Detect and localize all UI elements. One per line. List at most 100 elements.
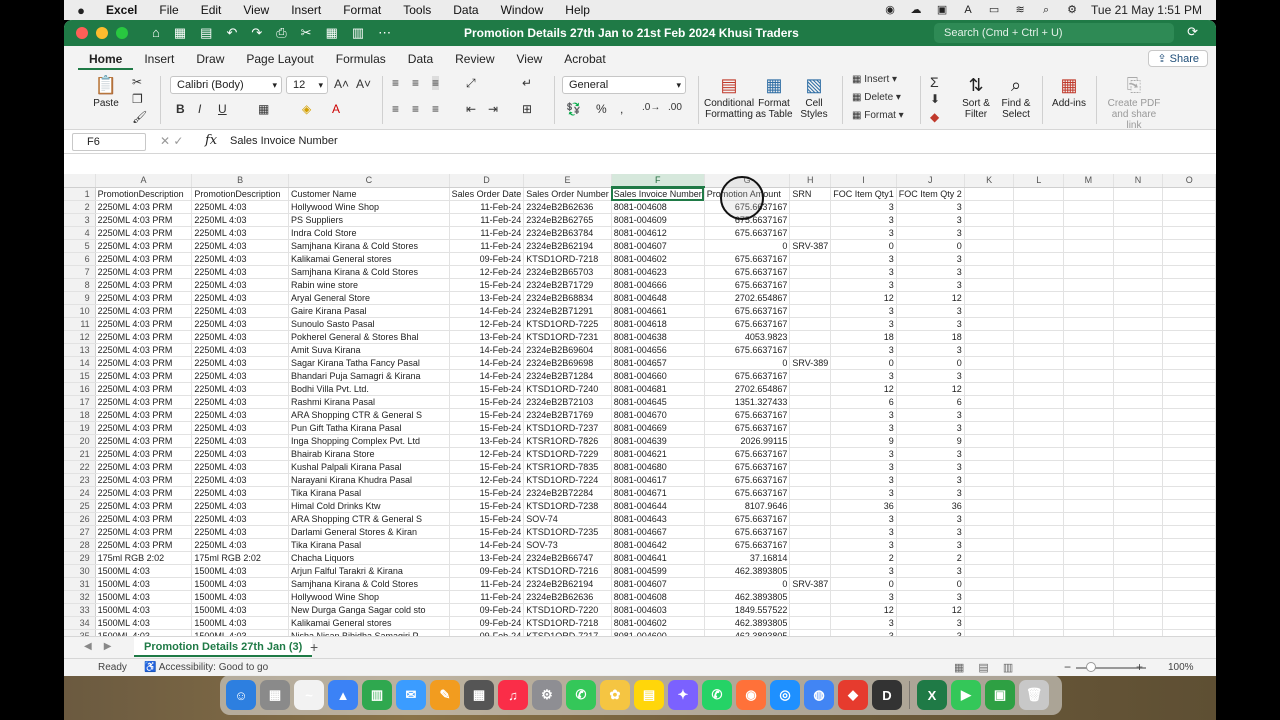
cell-m24[interactable] [1063,486,1114,500]
search-input[interactable]: Search (Cmd + Ctrl + U) [934,23,1174,43]
cell-g6[interactable]: 675.6637167 [704,252,791,266]
tab-page-layout[interactable]: Page Layout [235,52,324,70]
cell-c3[interactable]: PS Suppliers [288,213,450,227]
name-box[interactable]: F6 [72,133,146,151]
cell-o24[interactable] [1162,486,1216,500]
cell-e25[interactable]: KTSD1ORD-7238 [523,499,612,513]
cell-e26[interactable]: SOV-74 [523,512,612,526]
cell-o18[interactable] [1162,408,1216,422]
cell-b14[interactable]: 2250ML 4:03 [191,356,289,370]
decrease-font-icon[interactable]: A˅ [356,77,371,91]
cell-d32[interactable]: 11-Feb-24 [449,590,525,604]
font-color-icon[interactable]: A [332,102,340,116]
cell-a10[interactable]: 2250ML 4:03 PRM [95,304,193,318]
row-header[interactable]: 21 [64,447,96,461]
conditional-formatting-button[interactable]: ▤ Conditional Formatting [704,74,754,120]
cell-h21[interactable] [789,447,832,461]
close-window-button[interactable] [76,27,88,39]
menu-tools[interactable]: Tools [392,3,442,17]
column-header-n[interactable]: N [1113,174,1164,188]
cell-d15[interactable]: 14-Feb-24 [449,369,525,383]
row-header[interactable]: 12 [64,330,96,344]
cell-m8[interactable] [1063,278,1114,292]
cell-d8[interactable]: 15-Feb-24 [449,278,525,292]
cell-n5[interactable] [1113,239,1164,253]
cell-c20[interactable]: Inga Shopping Complex Pvt. Ltd [288,434,450,448]
cell-b9[interactable]: 2250ML 4:03 [191,291,289,305]
cell-m16[interactable] [1063,382,1114,396]
cell-a3[interactable]: 2250ML 4:03 PRM [95,213,193,227]
autosave-icon[interactable]: ▦ [174,25,186,41]
cell-n2[interactable] [1113,200,1164,214]
row-header[interactable]: 24 [64,486,96,500]
cell-k2[interactable] [964,200,1015,214]
cell-g11[interactable]: 675.6637167 [704,317,791,331]
cell-a11[interactable]: 2250ML 4:03 PRM [95,317,193,331]
borders-dropdown-icon[interactable]: ▦ [258,102,269,116]
cell-m27[interactable] [1063,525,1114,539]
cell-c17[interactable]: Rashmi Kirana Pasal [288,395,450,409]
cell-e12[interactable]: KTSD1ORD-7231 [523,330,612,344]
menu-data[interactable]: Data [442,3,489,17]
cell-e27[interactable]: KTSD1ORD-7235 [523,525,612,539]
app-icon[interactable]: ▣ [985,680,1015,710]
cell-k28[interactable] [964,538,1015,552]
cell-f27[interactable]: 8081-004667 [611,525,705,539]
cell-a21[interactable]: 2250ML 4:03 PRM [95,447,193,461]
number-format-dropdown[interactable]: General ▾ [562,76,686,94]
cell-m14[interactable] [1063,356,1114,370]
cell-d26[interactable]: 15-Feb-24 [449,512,525,526]
cell-n14[interactable] [1113,356,1164,370]
home-icon[interactable]: ⌂ [152,25,160,41]
cell-b8[interactable]: 2250ML 4:03 [191,278,289,292]
row-header[interactable]: 6 [64,252,96,266]
messages-icon[interactable]: ✆ [566,680,596,710]
cell-c4[interactable]: Indra Cold Store [288,226,450,240]
cell-i9[interactable]: 12 [830,291,897,305]
cell-h12[interactable] [789,330,832,344]
cell-c30[interactable]: Arjun Falful Tarakri & Kirana [288,564,450,578]
cell-i4[interactable]: 3 [830,226,897,240]
cell-j24[interactable]: 3 [896,486,965,500]
trash-icon[interactable]: 🗑 [1019,680,1049,710]
cell-e17[interactable]: 2324eB2B72103 [523,395,612,409]
cell-e21[interactable]: KTSD1ORD-7229 [523,447,612,461]
cell-g29[interactable]: 37.16814 [704,551,791,565]
cell-f34[interactable]: 8081-004602 [611,616,705,630]
cell-k16[interactable] [964,382,1015,396]
cell-l6[interactable] [1013,252,1064,266]
cell-h28[interactable] [789,538,832,552]
cell-g30[interactable]: 462.3893805 [704,564,791,578]
cell-l28[interactable] [1013,538,1064,552]
cell-n31[interactable] [1113,577,1164,591]
cell-i10[interactable]: 3 [830,304,897,318]
tab-insert[interactable]: Insert [133,52,185,70]
cell-h13[interactable] [789,343,832,357]
cell-e31[interactable]: 2324eB2B62194 [523,577,612,591]
cell-d16[interactable]: 15-Feb-24 [449,382,525,396]
column-header-e[interactable]: E [523,174,612,188]
cell-c21[interactable]: Bhairab Kirana Store [288,447,450,461]
increase-font-icon[interactable]: A˄ [334,77,349,91]
orientation-icon[interactable]: ⤢ [466,76,476,91]
menu-insert[interactable]: Insert [280,3,332,17]
cell-l14[interactable] [1013,356,1064,370]
cell-l9[interactable] [1013,291,1064,305]
cell-o23[interactable] [1162,473,1216,487]
cell-n28[interactable] [1113,538,1164,552]
cell-g33[interactable]: 1849.557522 [704,603,791,617]
cell-d30[interactable]: 09-Feb-24 [449,564,525,578]
cell-h17[interactable] [789,395,832,409]
cell-j33[interactable]: 12 [896,603,965,617]
align-top-icon[interactable]: ≡ [392,76,399,90]
cell-h2[interactable] [789,200,832,214]
cell-j18[interactable]: 3 [896,408,965,422]
cell-b30[interactable]: 1500ML 4:03 [191,564,289,578]
cell-l18[interactable] [1013,408,1064,422]
cell-f2[interactable]: 8081-004608 [611,200,705,214]
cell-l16[interactable] [1013,382,1064,396]
cell-e33[interactable]: KTSD1ORD-7220 [523,603,612,617]
wifi-icon[interactable]: ≋ [1013,4,1027,16]
cell-d33[interactable]: 09-Feb-24 [449,603,525,617]
row-header[interactable]: 30 [64,564,96,578]
